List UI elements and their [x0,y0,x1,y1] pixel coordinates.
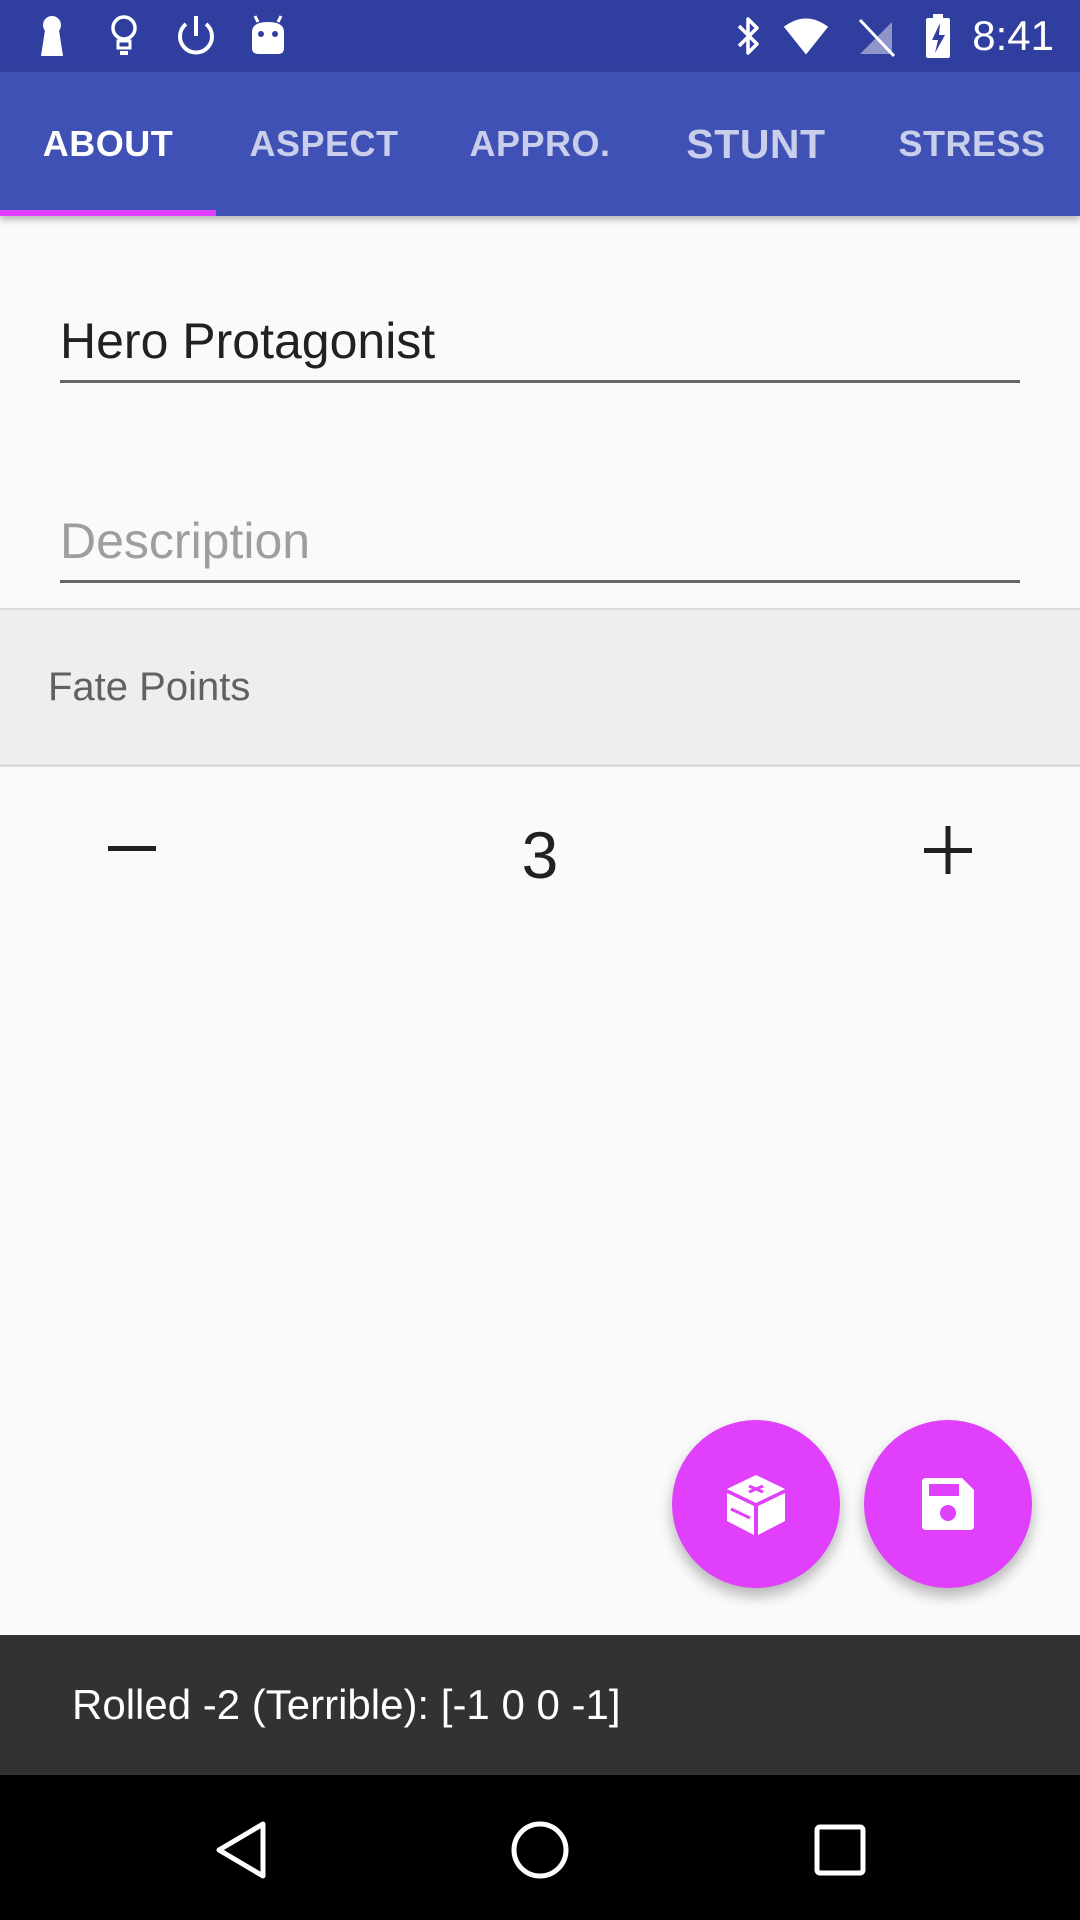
power-icon [172,12,220,60]
save-icon [922,1478,974,1530]
tab-indicator [0,210,216,216]
snackbar: Rolled -2 (Terrible): [-1 0 0 -1] [0,1635,1080,1775]
decrement-button[interactable] [72,800,192,900]
tab-approaches[interactable]: APPRO. [432,72,648,216]
battery-charging-icon [914,12,962,60]
recents-icon[interactable] [795,1805,885,1895]
bluetooth-icon [724,12,772,60]
dice-icon [727,1475,785,1535]
navigation-bar [0,1775,1080,1920]
tab-about[interactable]: ABOUT [0,72,216,216]
fate-points-value: 3 [521,818,559,892]
fate-points-header: Fate Points [0,610,1080,764]
home-icon[interactable] [495,1805,585,1895]
roll-dice-button[interactable] [672,1420,840,1588]
name-field[interactable]: Hero Protagonist [60,308,1020,383]
status-bar: 8:41 [0,0,1080,72]
wifi-icon [782,12,830,60]
tab-stress[interactable]: STRESS [864,72,1080,216]
tab-aspect[interactable]: ASPECT [216,72,432,216]
increment-button[interactable] [888,800,1008,900]
minus-icon [108,846,156,851]
lightbulb-icon [100,12,148,60]
save-button[interactable] [864,1420,1032,1588]
section-divider [0,764,1080,767]
tab-bar: ABOUT ASPECT APPRO. STUNT STRESS [0,72,1080,216]
plus-icon [924,826,972,874]
fate-points-label: Fate Points [48,665,251,709]
keyhole-icon [28,12,76,60]
back-icon[interactable] [196,1805,286,1895]
snackbar-message: Rolled -2 (Terrible): [-1 0 0 -1] [72,1681,621,1728]
tab-stunt[interactable]: STUNT [648,72,864,216]
description-field[interactable]: Description [60,508,1020,583]
no-signal-icon [852,12,900,60]
status-time: 8:41 [972,12,1054,59]
android-icon [244,12,292,60]
